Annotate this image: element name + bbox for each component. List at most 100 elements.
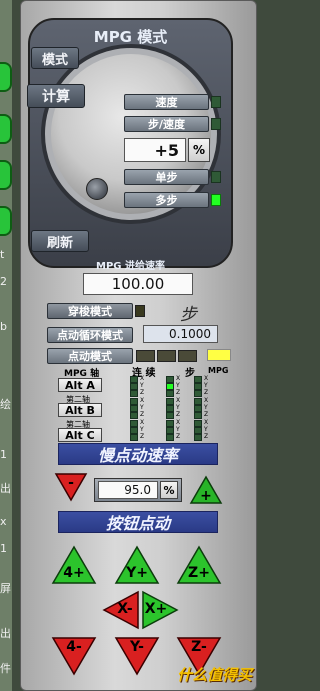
button-jog-bar: 按钮点动 xyxy=(58,511,218,533)
rate-value[interactable]: 95.0 xyxy=(98,481,158,499)
shuttle-led xyxy=(135,305,145,317)
axis-letter: Y xyxy=(176,426,180,433)
axis-letter: Y xyxy=(176,382,180,389)
axis-letter: Y xyxy=(140,426,144,433)
green-indicator xyxy=(0,206,12,236)
axis-led-grid: XXXYYYZZZXXXYYYZZZXXXYYYZZZ xyxy=(128,375,228,442)
axis-led xyxy=(130,398,138,405)
y-plus-button[interactable]: Y+ xyxy=(114,545,160,585)
side-label: 件 xyxy=(0,662,11,675)
side-label: 1 xyxy=(0,542,7,555)
multi-step-button[interactable]: 多步 xyxy=(124,192,209,208)
svg-text:+: + xyxy=(200,488,212,504)
axis-led xyxy=(130,434,138,441)
refresh-button[interactable]: 刷新 xyxy=(31,230,89,252)
axis-letter: Z xyxy=(176,411,181,418)
multi-step-led xyxy=(211,194,221,206)
x-plus-label: X+ xyxy=(144,601,168,617)
alt-a-button[interactable]: Alt A xyxy=(58,378,102,392)
rate-decrease-button[interactable]: - xyxy=(54,472,88,502)
step-speed-led xyxy=(211,118,221,130)
shuttle-mode-button[interactable]: 穿梭模式 xyxy=(47,303,133,319)
axis-led xyxy=(194,398,202,405)
a-minus-label: 4- xyxy=(66,639,82,655)
axis-letter: X xyxy=(140,397,145,404)
axis-led xyxy=(166,412,174,419)
watermark-logo: 什么值得买 xyxy=(176,665,252,684)
jog-mode-button[interactable]: 点动模式 xyxy=(47,348,133,364)
single-step-button[interactable]: 单步 xyxy=(124,169,209,185)
axis-led xyxy=(194,420,202,427)
green-indicator xyxy=(0,62,12,92)
side-label: 1 xyxy=(0,448,7,461)
side-label: b xyxy=(0,320,7,333)
axis-letter: Y xyxy=(140,382,144,389)
side-label: x xyxy=(0,515,7,528)
step-label: 步 xyxy=(180,305,197,325)
axis-led xyxy=(194,383,202,390)
z-plus-label: Z+ xyxy=(188,565,210,581)
axis-led xyxy=(194,376,202,383)
rate-increase-button[interactable]: + xyxy=(189,475,223,505)
axis-led xyxy=(194,434,202,441)
axis-letter: X xyxy=(140,375,145,382)
axis-letter: Z xyxy=(204,411,209,418)
side-label: 绘 xyxy=(0,398,11,411)
side-label: 屏 xyxy=(0,582,11,595)
axis-led xyxy=(130,390,138,397)
axis-letter: Z xyxy=(140,389,145,396)
axis-letter: X xyxy=(176,419,181,426)
increment-value[interactable]: +5 xyxy=(124,138,186,162)
speed-button[interactable]: 速度 xyxy=(124,94,209,110)
axis-letter: Y xyxy=(140,404,144,411)
alt-c-button[interactable]: Alt C xyxy=(58,428,102,442)
step-speed-button[interactable]: 步/速度 xyxy=(124,116,209,132)
axis-led xyxy=(166,398,174,405)
feed-rate-label: MPG 进给速率 xyxy=(96,261,165,272)
jog-led-active xyxy=(207,349,231,361)
x-plus-button[interactable]: X+ xyxy=(141,590,179,630)
y-minus-label: Y- xyxy=(130,639,144,655)
axis-led xyxy=(166,390,174,397)
speed-led xyxy=(211,96,221,108)
axis-led xyxy=(166,383,174,390)
x-minus-button[interactable]: X- xyxy=(102,590,140,630)
axis-letter: Z xyxy=(176,433,181,440)
calc-button[interactable]: 计算 xyxy=(27,84,85,108)
feed-rate-value[interactable]: 100.00 xyxy=(83,273,193,295)
axis-letter: Y xyxy=(204,382,208,389)
axis-led xyxy=(130,383,138,390)
panel-title: MPG 模式 xyxy=(93,28,168,46)
axis-led xyxy=(166,420,174,427)
cycle-mode-button[interactable]: 点动循环模式 xyxy=(47,327,133,343)
side-label: 2 xyxy=(0,275,7,288)
a-minus-button[interactable]: 4- xyxy=(51,636,97,676)
axis-letter: Y xyxy=(204,404,208,411)
axis-led xyxy=(194,412,202,419)
axis-led xyxy=(166,434,174,441)
slow-jog-rate-bar: 慢点动速率 xyxy=(58,443,218,465)
axis-led xyxy=(130,412,138,419)
cycle-value[interactable]: 0.1000 xyxy=(143,325,218,343)
mode-button[interactable]: 模式 xyxy=(31,47,79,69)
axis-led xyxy=(166,376,174,383)
side-label: 出 xyxy=(0,627,11,640)
dial-knob-icon[interactable] xyxy=(86,178,108,200)
axis-led xyxy=(194,390,202,397)
single-step-led xyxy=(211,171,221,183)
svg-text:-: - xyxy=(68,475,74,491)
axis-letter: X xyxy=(176,375,181,382)
axis-led xyxy=(130,420,138,427)
axis-led xyxy=(166,427,174,434)
axis-letter: Y xyxy=(204,426,208,433)
z-plus-button[interactable]: Z+ xyxy=(176,545,222,585)
percent-button[interactable]: % xyxy=(188,138,210,162)
axis-letter: X xyxy=(204,397,209,404)
axis-letter: X xyxy=(204,375,209,382)
a-plus-button[interactable]: 4+ xyxy=(51,545,97,585)
rate-unit-button[interactable]: % xyxy=(160,481,178,499)
axis-letter: X xyxy=(204,419,209,426)
y-plus-label: Y+ xyxy=(126,565,148,581)
alt-b-button[interactable]: Alt B xyxy=(58,403,102,417)
axis-led xyxy=(130,376,138,383)
